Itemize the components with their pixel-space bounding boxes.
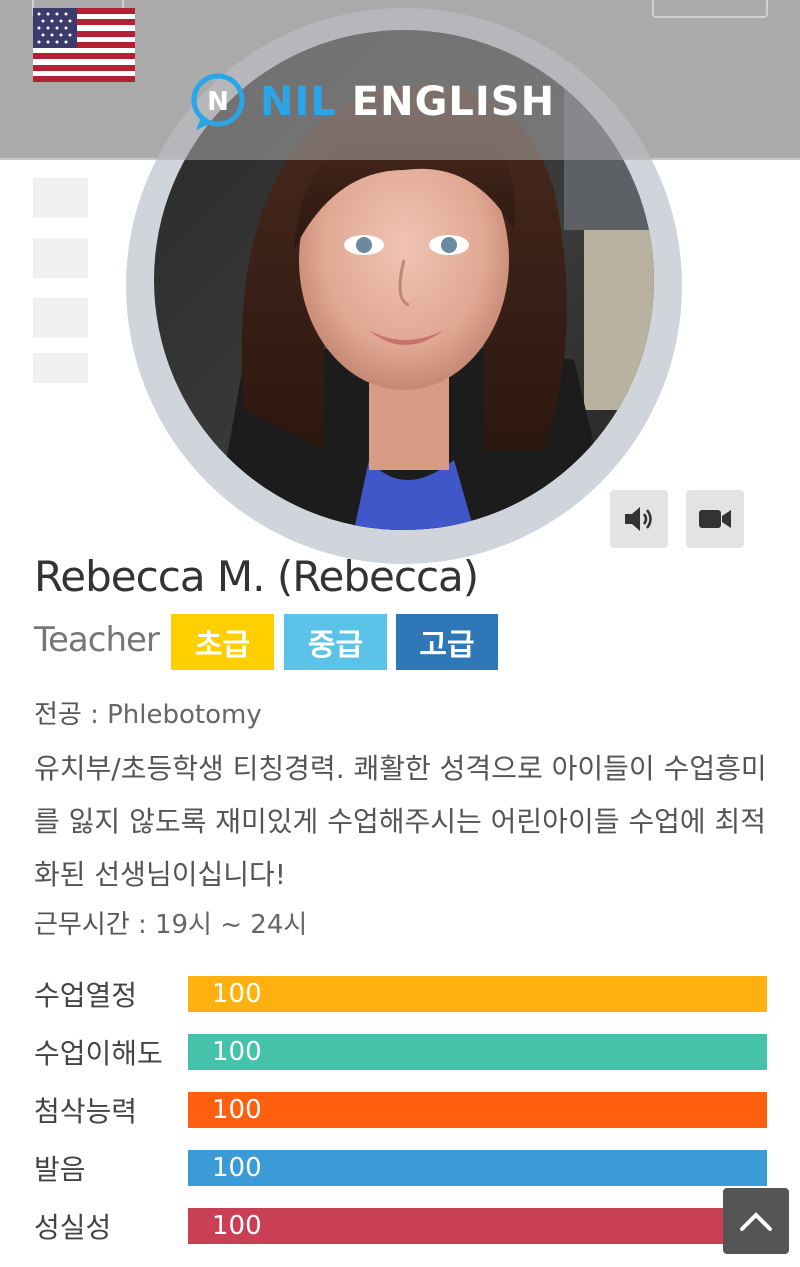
level-badge-advanced: 고급: [396, 614, 498, 670]
working-hours: 근무시간 : 19시 ~ 24시: [34, 904, 307, 941]
stat-label: 첨삭능력: [34, 1095, 138, 1128]
teacher-major: 전공 : Phlebotomy: [34, 694, 262, 731]
stat-bar-fill: [188, 976, 767, 1012]
stat-value: 100: [212, 1211, 262, 1241]
logo-mark-icon: N: [191, 73, 245, 130]
stat-label: 수업열정: [34, 979, 138, 1012]
stat-bar-fill: [188, 1034, 767, 1070]
stat-label: 발음: [34, 1153, 86, 1186]
stat-bar: 100: [188, 1034, 767, 1070]
logo-nil: NIL: [260, 79, 337, 125]
chevron-up-icon: [740, 1212, 772, 1231]
stat-bar-fill: [188, 1092, 767, 1128]
stat-bar: 100: [188, 1208, 767, 1244]
major-label: 전공: [34, 700, 82, 730]
level-badge-intermediate: 중급: [284, 614, 387, 670]
logo-wordmark: NIL ENGLISH: [260, 79, 555, 125]
stat-bar: 100: [188, 1092, 767, 1128]
logo-english: ENGLISH: [351, 79, 556, 125]
teacher-role: Teacher: [34, 620, 160, 660]
hours-value: : 19시 ~ 24시: [129, 910, 308, 940]
scroll-top-button[interactable]: [723, 1188, 789, 1254]
hours-label: 근무시간: [34, 910, 130, 940]
stat-bar: 100: [188, 1150, 767, 1186]
watermark-graphic: [33, 178, 88, 383]
major-value: : Phlebotomy: [81, 700, 262, 730]
stat-label: 성실성: [34, 1211, 112, 1244]
audio-sample-button[interactable]: [610, 490, 668, 548]
stat-value: 100: [212, 1095, 262, 1125]
stat-bar: 100: [188, 976, 767, 1012]
stat-value: 100: [212, 1037, 262, 1067]
stat-bar-fill: [188, 1150, 767, 1186]
us-flag-icon[interactable]: [33, 8, 135, 82]
stat-value: 100: [212, 1153, 262, 1183]
brand-logo[interactable]: N NIL ENGLISH: [190, 70, 630, 134]
video-camera-icon: [699, 510, 731, 528]
teacher-description: 유치부/초등학생 티칭경력. 쾌활한 성격으로 아이들이 수업흥미를 잃지 않도…: [34, 752, 767, 891]
stat-bar-fill: [188, 1208, 767, 1244]
speaker-icon: [625, 507, 652, 531]
stat-value: 100: [212, 979, 262, 1009]
svg-text:N: N: [207, 87, 229, 117]
video-sample-button[interactable]: [686, 490, 744, 548]
stat-label: 수업이해도: [34, 1037, 163, 1070]
level-badge-beginner: 초급: [171, 614, 274, 670]
